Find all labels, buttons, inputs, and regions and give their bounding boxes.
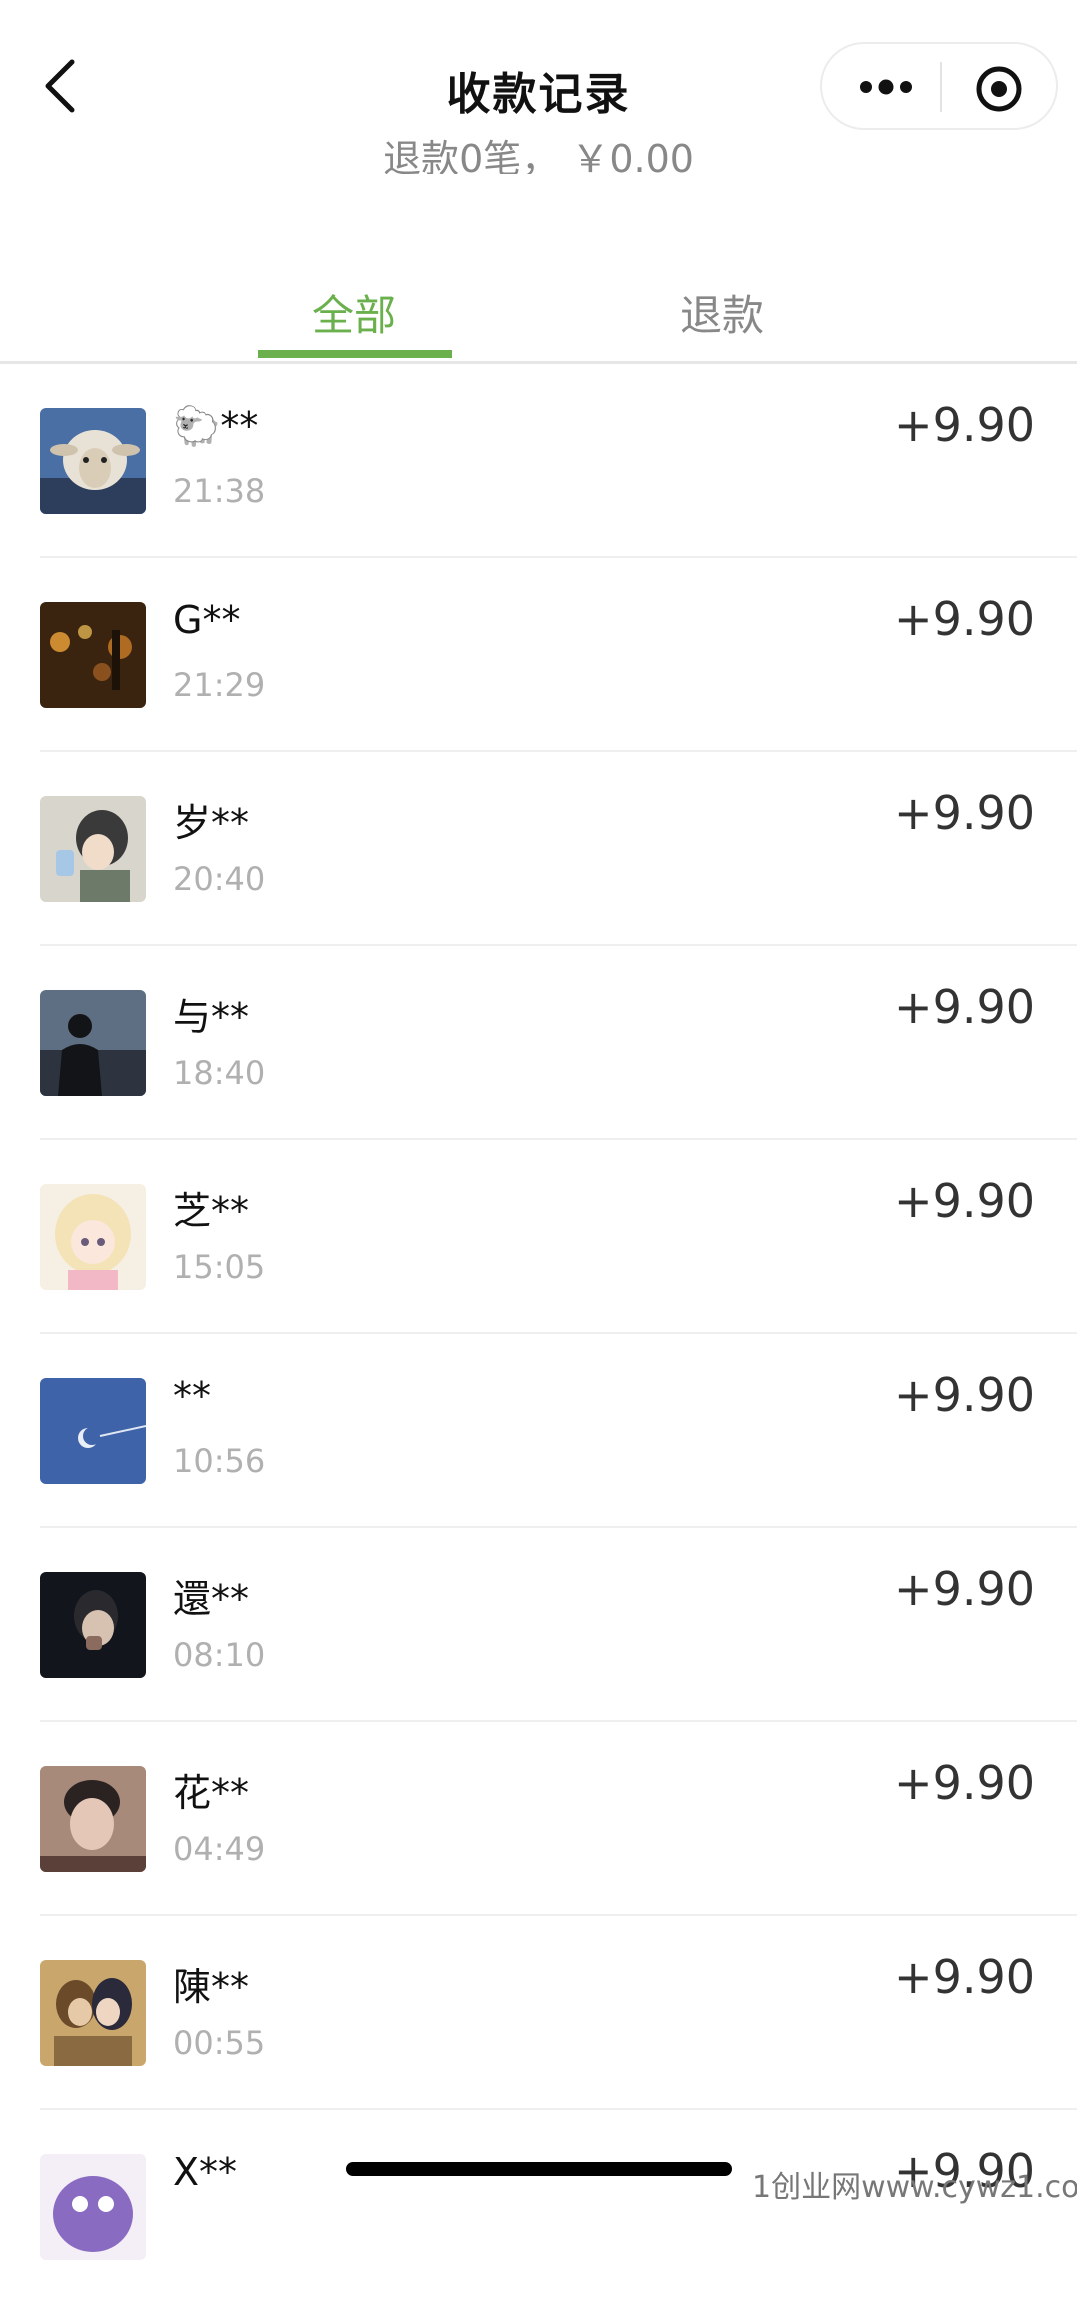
couple-avatar	[40, 1960, 146, 2066]
tab-all[interactable]: 全部	[312, 282, 396, 343]
payment-amount: +9.90	[894, 1756, 1035, 1810]
payer-name: 🐑**	[173, 404, 259, 448]
payment-amount: +9.90	[894, 1562, 1035, 1616]
refund-summary: 退款0笔， ￥0.00	[383, 137, 694, 174]
header: 收款记录 退款0笔， ￥0.00	[0, 0, 1077, 175]
payment-amount: +9.90	[894, 1174, 1035, 1228]
payment-amount: +9.90	[894, 398, 1035, 452]
list-item[interactable]: 芝** 15:05 +9.90	[0, 1140, 1077, 1334]
city-lights-avatar	[40, 602, 146, 708]
payer-name: 陳**	[173, 1965, 250, 2009]
payment-amount: +9.90	[894, 786, 1035, 840]
payer-name: 芝**	[173, 1189, 250, 1233]
watermark-text: 1创业网www.cywz1.com	[752, 2170, 1077, 2205]
payment-time: 10:56	[173, 1442, 266, 1480]
home-indicator[interactable]	[346, 2162, 732, 2176]
payment-amount: +9.90	[894, 592, 1035, 646]
list-item[interactable]: 岁** 20:40 +9.90	[0, 752, 1077, 946]
anime-boy-avatar	[40, 796, 146, 902]
payment-time: 08:10	[173, 1636, 266, 1674]
payment-time: 00:55	[173, 2024, 266, 2062]
list-item[interactable]: X** +9.90	[0, 2110, 1077, 2304]
payment-time: 21:38	[173, 472, 266, 510]
payment-amount: +9.90	[894, 1950, 1035, 2004]
payment-time: 21:29	[173, 666, 266, 704]
more-dots-icon[interactable]	[856, 70, 916, 104]
payer-name: G**	[173, 598, 241, 642]
list-item[interactable]: ** 10:56 +9.90	[0, 1334, 1077, 1528]
tab-refund[interactable]: 退款	[680, 282, 764, 343]
sheep-photo-avatar	[40, 408, 146, 514]
payer-name: 与**	[173, 995, 250, 1039]
silhouette-avatar	[40, 990, 146, 1096]
payment-amount: +9.90	[894, 980, 1035, 1034]
capsule-divider	[940, 62, 942, 112]
list-item[interactable]: 陳** 00:55 +9.90	[0, 1916, 1077, 2110]
payer-name: 花**	[173, 1771, 250, 1815]
cartoon-avatar	[40, 2154, 146, 2260]
mini-program-capsule	[820, 42, 1058, 130]
payment-time: 20:40	[173, 860, 266, 898]
payment-time: 04:49	[173, 1830, 266, 1868]
close-target-icon[interactable]	[974, 64, 1024, 114]
payer-name: 還**	[173, 1577, 250, 1621]
payment-time: 15:05	[173, 1248, 266, 1286]
list-item[interactable]: 🐑** 21:38 +9.90	[0, 364, 1077, 558]
portrait-avatar	[40, 1766, 146, 1872]
anime-girl-avatar	[40, 1184, 146, 1290]
list-item[interactable]: G** 21:29 +9.90	[0, 558, 1077, 752]
list-item[interactable]: 還** 08:10 +9.90	[0, 1528, 1077, 1722]
payment-time: 18:40	[173, 1054, 266, 1092]
payer-name: 岁**	[173, 801, 250, 845]
payment-amount: +9.90	[894, 1368, 1035, 1422]
payer-name: **	[173, 1374, 211, 1418]
tab-active-indicator	[258, 350, 452, 358]
tab-bar: 全部 退款	[0, 240, 1077, 362]
list-item[interactable]: 花** 04:49 +9.90	[0, 1722, 1077, 1916]
payment-record-list: 🐑** 21:38 +9.90 G** 21:29 +9.90 岁** 20:4…	[0, 364, 1077, 2304]
moon-sky-avatar	[40, 1378, 146, 1484]
payer-name: X**	[173, 2150, 238, 2194]
dark-portrait-avatar	[40, 1572, 146, 1678]
list-item[interactable]: 与** 18:40 +9.90	[0, 946, 1077, 1140]
